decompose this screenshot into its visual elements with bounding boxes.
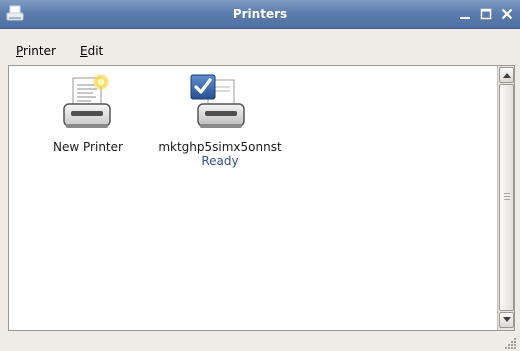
title-bar[interactable]: Printers: [0, 0, 520, 29]
arrow-up-icon: [503, 73, 511, 78]
printer-item-mktghp5simx5onnst[interactable]: mktghp5simx5onnst Ready: [145, 74, 295, 168]
close-icon[interactable]: [499, 6, 515, 22]
menu-printer-mnemonic: P: [16, 44, 24, 58]
minimize-icon[interactable]: [457, 6, 473, 22]
scroll-down-button[interactable]: [499, 312, 514, 328]
vertical-scrollbar[interactable]: [497, 66, 514, 330]
menu-printer-label: rinter: [23, 44, 56, 58]
printer-list-frame: New Printer mktghp5simx5onnst Ready: [8, 65, 515, 331]
menu-printer[interactable]: Printer: [16, 44, 56, 58]
printer-name: mktghp5simx5onnst: [158, 140, 282, 154]
printer-icon-view[interactable]: New Printer mktghp5simx5onnst Ready: [9, 66, 497, 330]
window-title: Printers: [232, 7, 288, 21]
menu-bar: Printer Edit: [0, 29, 520, 63]
scroll-up-button[interactable]: [499, 67, 514, 83]
menu-edit-label: dit: [87, 44, 104, 58]
new-printer-icon: [63, 74, 111, 128]
printer-item-new-printer[interactable]: New Printer: [43, 74, 133, 154]
printer-name: New Printer: [53, 140, 123, 154]
resize-grip-icon[interactable]: [503, 336, 517, 350]
default-printer-icon: [190, 74, 245, 128]
printer-status: Ready: [201, 154, 239, 168]
arrow-down-icon: [503, 317, 511, 322]
scrollbar-thumb[interactable]: [499, 84, 514, 311]
maximize-icon[interactable]: [478, 6, 494, 22]
menu-edit[interactable]: Edit: [80, 44, 103, 58]
menu-edit-mnemonic: E: [80, 44, 88, 58]
status-bar: [0, 333, 520, 351]
printers-window: Printers Printer Edit New Printer mktghp…: [0, 0, 520, 351]
